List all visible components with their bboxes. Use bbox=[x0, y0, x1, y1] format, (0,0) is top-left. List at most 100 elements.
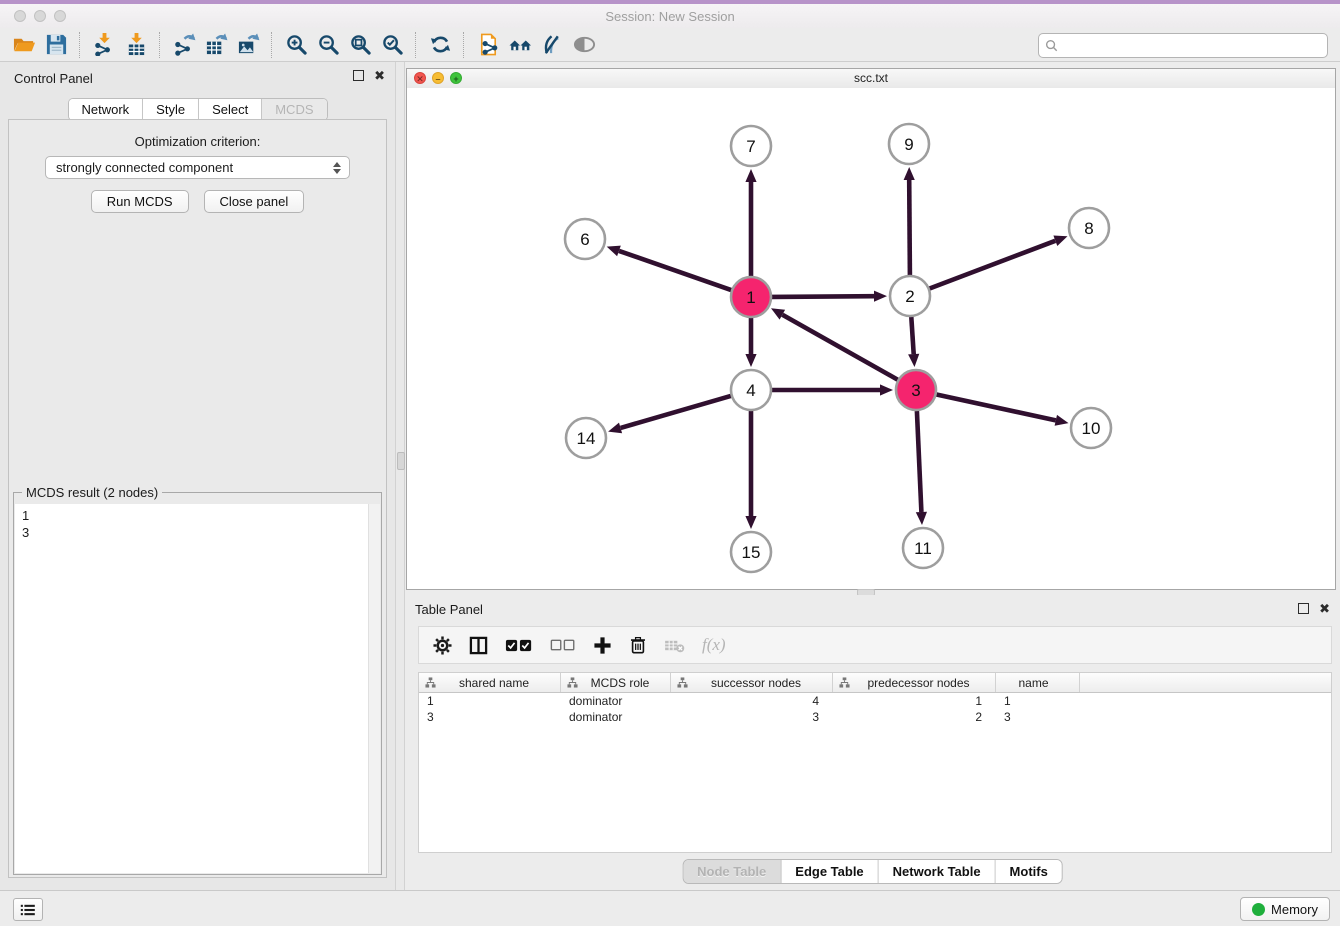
tab-network[interactable]: Network bbox=[68, 99, 143, 120]
column-header-successor-nodes[interactable]: successor nodes bbox=[671, 673, 833, 692]
mcds-result-scrollbar[interactable] bbox=[368, 504, 380, 873]
column-header-predecessor-nodes[interactable]: predecessor nodes bbox=[833, 673, 996, 692]
save-session-button[interactable] bbox=[40, 31, 72, 59]
edge-2-3[interactable] bbox=[908, 317, 919, 367]
import-network-button[interactable] bbox=[88, 31, 120, 59]
node-2[interactable]: 2 bbox=[890, 276, 930, 316]
delete-table-button[interactable] bbox=[664, 638, 685, 653]
table-panel-window-icons: ✖ bbox=[1298, 603, 1330, 614]
tab-mcds[interactable]: MCDS bbox=[262, 99, 326, 120]
node-7[interactable]: 7 bbox=[731, 126, 771, 166]
network-home-button[interactable] bbox=[504, 31, 536, 59]
node-6[interactable]: 6 bbox=[565, 219, 605, 259]
task-history-button[interactable] bbox=[13, 898, 43, 921]
float-panel-icon[interactable] bbox=[353, 70, 364, 81]
close-table-panel-icon[interactable]: ✖ bbox=[1319, 604, 1330, 613]
delete-columns-button[interactable] bbox=[629, 636, 647, 654]
node-4[interactable]: 4 bbox=[731, 370, 771, 410]
node-9[interactable]: 9 bbox=[889, 124, 929, 164]
export-image-button[interactable] bbox=[232, 31, 264, 59]
node-label: 7 bbox=[746, 137, 755, 156]
edge-2-8[interactable] bbox=[930, 236, 1068, 289]
table-cell: 3 bbox=[419, 709, 561, 725]
tab-node-table[interactable]: Node Table bbox=[683, 860, 781, 883]
delete-table-icon bbox=[664, 638, 685, 653]
toolbar-separator bbox=[79, 32, 81, 58]
duplicate-network-button[interactable] bbox=[472, 31, 504, 59]
tab-network-table[interactable]: Network Table bbox=[879, 860, 996, 883]
create-column-button[interactable] bbox=[593, 636, 612, 655]
network-minimize-button[interactable]: – bbox=[432, 72, 444, 84]
hide-style-icon bbox=[541, 33, 564, 56]
vertical-split-divider[interactable] bbox=[395, 62, 405, 890]
apply-layout-button[interactable] bbox=[424, 31, 456, 59]
edge-1-2[interactable] bbox=[772, 291, 887, 302]
edge-3-1[interactable] bbox=[771, 308, 898, 379]
import-table-button[interactable] bbox=[120, 31, 152, 59]
table-row[interactable]: 3dominator323 bbox=[419, 709, 1331, 725]
network-zoom-button[interactable]: + bbox=[450, 72, 462, 84]
table-panel-title: Table Panel bbox=[415, 602, 483, 617]
mcds-result-textarea[interactable]: 13 bbox=[15, 504, 380, 873]
close-panel-button[interactable]: Close panel bbox=[204, 190, 305, 213]
column-label: successor nodes bbox=[688, 676, 832, 690]
select-all-columns-button[interactable] bbox=[505, 638, 533, 653]
node-3[interactable]: 3 bbox=[896, 370, 936, 410]
export-table-button[interactable] bbox=[200, 31, 232, 59]
show-columns-icon bbox=[469, 636, 488, 655]
network-close-button[interactable]: ✕ bbox=[414, 72, 426, 84]
column-header-name[interactable]: name bbox=[996, 673, 1080, 692]
edge-4-3[interactable] bbox=[772, 384, 893, 395]
table-mode-gear-button[interactable] bbox=[433, 636, 452, 655]
zoom-fit-button[interactable] bbox=[344, 31, 376, 59]
optimization-criterion-select[interactable]: strongly connected component bbox=[45, 156, 350, 179]
show-columns-button[interactable] bbox=[469, 636, 488, 655]
node-8[interactable]: 8 bbox=[1069, 208, 1109, 248]
zoom-selected-button[interactable] bbox=[376, 31, 408, 59]
table-row[interactable]: 1dominator411 bbox=[419, 693, 1331, 709]
edge-1-6[interactable] bbox=[607, 246, 732, 291]
memory-button[interactable]: Memory bbox=[1240, 897, 1330, 921]
search-icon bbox=[1045, 39, 1058, 52]
node-10[interactable]: 10 bbox=[1071, 408, 1111, 448]
zoom-out-button[interactable] bbox=[312, 31, 344, 59]
export-network-button[interactable] bbox=[168, 31, 200, 59]
network-window-titlebar: ✕ – + scc.txt bbox=[407, 69, 1335, 89]
edge-2-9[interactable] bbox=[904, 167, 915, 275]
open-session-button[interactable] bbox=[8, 31, 40, 59]
float-table-panel-icon[interactable] bbox=[1298, 603, 1309, 614]
edge-4-15[interactable] bbox=[745, 411, 756, 529]
node-1[interactable]: 1 bbox=[731, 277, 771, 317]
control-panel-window-icons: ✖ bbox=[353, 70, 385, 81]
vertical-split-handle[interactable] bbox=[397, 452, 405, 470]
tab-style[interactable]: Style bbox=[143, 99, 199, 120]
function-builder-button[interactable]: f(x) bbox=[702, 635, 726, 655]
tab-select[interactable]: Select bbox=[199, 99, 262, 120]
hide-style-button[interactable] bbox=[536, 31, 568, 59]
edge-3-10[interactable] bbox=[937, 395, 1069, 426]
search-input[interactable] bbox=[1062, 36, 1327, 56]
column-header-shared-name[interactable]: shared name bbox=[419, 673, 561, 692]
memory-label: Memory bbox=[1271, 902, 1318, 917]
table-cell: 1 bbox=[419, 693, 561, 709]
node-11[interactable]: 11 bbox=[903, 528, 943, 568]
node-label: 8 bbox=[1084, 219, 1093, 238]
tab-edge-table[interactable]: Edge Table bbox=[781, 860, 878, 883]
unselect-all-columns-button[interactable] bbox=[550, 638, 576, 652]
network-graph: 7 9 6 8 1 2 4 3 14 10 15 11 bbox=[407, 88, 1335, 589]
edge-4-14[interactable] bbox=[608, 396, 731, 433]
column-header-MCDS-role[interactable]: MCDS role bbox=[561, 673, 671, 692]
network-canvas[interactable]: 7 9 6 8 1 2 4 3 14 10 15 11 bbox=[407, 88, 1335, 589]
edge-1-4[interactable] bbox=[745, 318, 756, 367]
edge-3-11[interactable] bbox=[916, 411, 927, 525]
edge-1-7[interactable] bbox=[745, 169, 756, 276]
zoom-in-button[interactable] bbox=[280, 31, 312, 59]
node-label: 4 bbox=[746, 381, 755, 400]
node-14[interactable]: 14 bbox=[566, 418, 606, 458]
run-mcds-button[interactable]: Run MCDS bbox=[91, 190, 189, 213]
tab-motifs[interactable]: Motifs bbox=[996, 860, 1062, 883]
show-eye-button[interactable] bbox=[568, 31, 600, 59]
node-15[interactable]: 15 bbox=[731, 532, 771, 572]
show-eye-icon bbox=[573, 33, 596, 56]
close-panel-icon[interactable]: ✖ bbox=[374, 71, 385, 80]
